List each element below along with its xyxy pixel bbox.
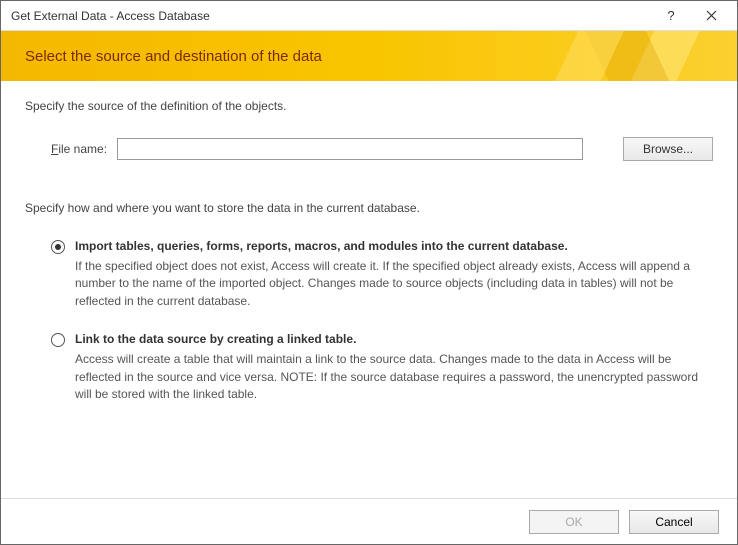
banner-title: Select the source and destination of the… — [25, 48, 322, 65]
titlebar-controls: ? — [651, 2, 731, 30]
ok-button[interactable]: OK — [529, 510, 619, 534]
close-button[interactable] — [691, 2, 731, 30]
dialog-window: Get External Data - Access Database ? Se… — [0, 0, 738, 545]
help-button[interactable]: ? — [651, 2, 691, 30]
option-import[interactable]: Import tables, queries, forms, reports, … — [25, 239, 713, 310]
content-area: Specify the source of the definition of … — [1, 81, 737, 498]
footer: OK Cancel — [1, 498, 737, 544]
file-name-row: File name: Browse... — [25, 137, 713, 161]
titlebar: Get External Data - Access Database ? — [1, 1, 737, 31]
option-import-title: Import tables, queries, forms, reports, … — [75, 239, 713, 253]
close-icon — [706, 10, 717, 21]
radio-link[interactable] — [51, 333, 65, 347]
specify-source-text: Specify the source of the definition of … — [25, 99, 713, 113]
option-link[interactable]: Link to the data source by creating a li… — [25, 332, 713, 403]
file-name-input[interactable] — [117, 138, 583, 160]
banner: Select the source and destination of the… — [1, 31, 737, 81]
browse-button[interactable]: Browse... — [623, 137, 713, 161]
option-link-title: Link to the data source by creating a li… — [75, 332, 713, 346]
option-link-desc: Access will create a table that will mai… — [75, 351, 713, 403]
file-name-label: File name: — [51, 142, 107, 156]
option-link-body: Link to the data source by creating a li… — [75, 332, 713, 403]
window-title: Get External Data - Access Database — [11, 9, 651, 23]
specify-store-text: Specify how and where you want to store … — [25, 201, 713, 215]
cancel-button[interactable]: Cancel — [629, 510, 719, 534]
help-icon: ? — [667, 8, 674, 23]
option-import-desc: If the specified object does not exist, … — [75, 258, 713, 310]
radio-import[interactable] — [51, 240, 65, 254]
option-import-body: Import tables, queries, forms, reports, … — [75, 239, 713, 310]
